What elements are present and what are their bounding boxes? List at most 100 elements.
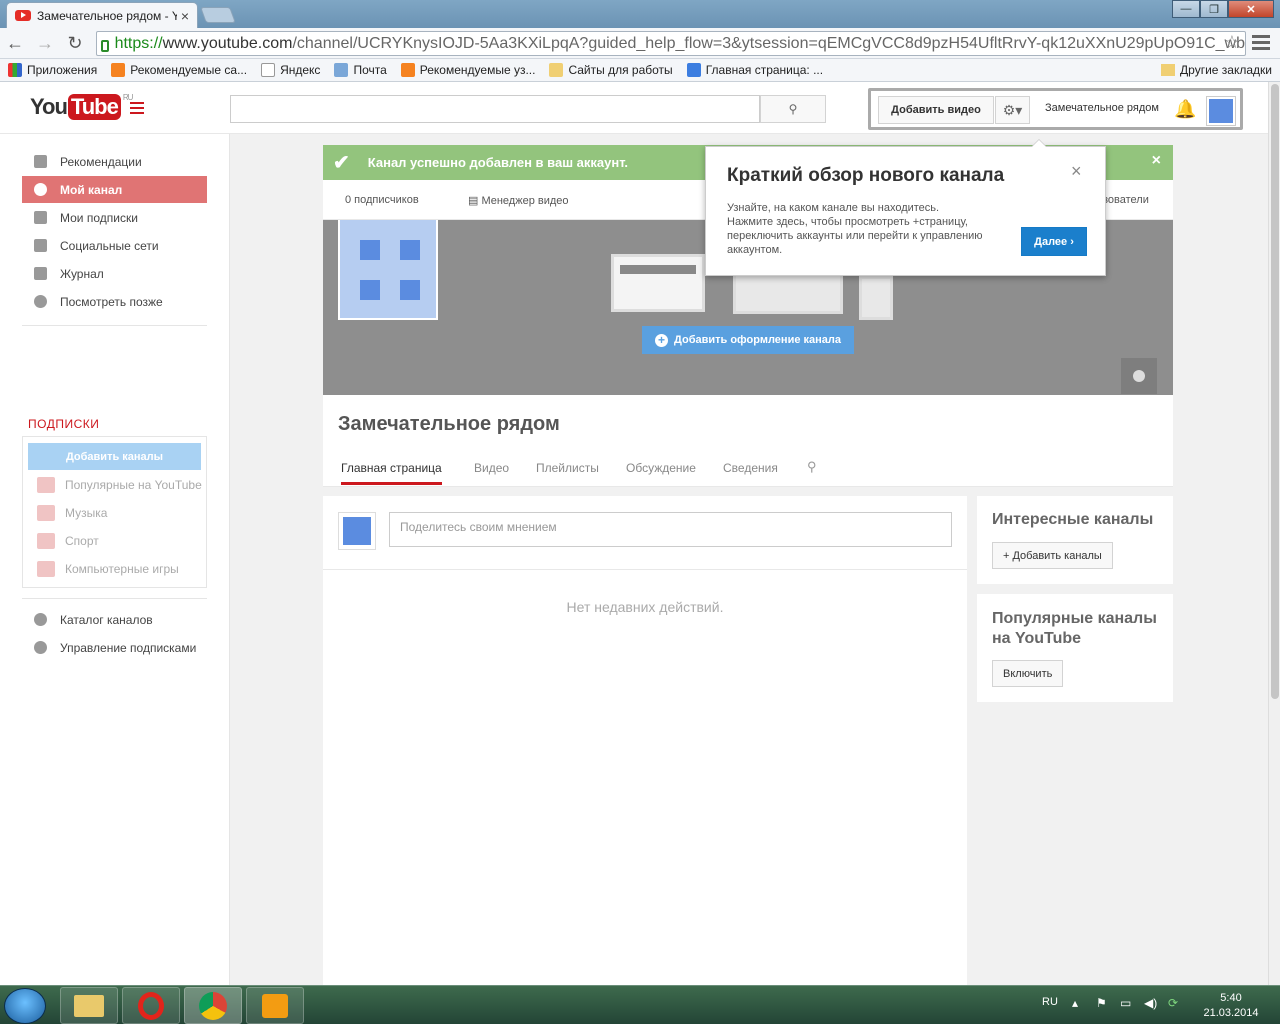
plus-circle-icon: [34, 613, 47, 626]
subscription-label: Популярные на YouTube: [65, 478, 202, 492]
address-bar[interactable]: https://www.youtube.com/channel/UCRYKnys…: [96, 31, 1246, 56]
sidebar-item-social[interactable]: Социальные сети: [22, 232, 207, 259]
bookmark-label: Почта: [353, 63, 387, 77]
bookmark-favicon-icon: [400, 63, 415, 77]
tray-expand-icon[interactable]: ▴: [1072, 996, 1078, 1010]
sidebar-item-subscriptions[interactable]: Мои подписки: [22, 204, 207, 231]
sync-icon[interactable]: ⟳: [1168, 996, 1178, 1010]
sidebar-item-label: Каталог каналов: [60, 612, 153, 627]
sidebar-item-label: Журнал: [60, 266, 104, 281]
home-icon: [34, 155, 47, 168]
subscription-item[interactable]: Спорт: [37, 533, 202, 549]
subscription-item[interactable]: Компьютерные игры: [37, 561, 202, 577]
empty-feed-message: Нет недавних действий.: [566, 599, 724, 615]
flag-icon[interactable]: ⚑: [1096, 996, 1107, 1010]
subscription-item[interactable]: Популярные на YouTube: [37, 477, 202, 493]
sidebar-item-watch-later[interactable]: Посмотреть позже: [22, 288, 207, 315]
start-button[interactable]: [4, 988, 46, 1024]
sidebar-item-history[interactable]: Журнал: [22, 260, 207, 287]
window-controls: — ❐ ✕: [1172, 0, 1274, 18]
google-icon: [686, 63, 701, 77]
tab-discussion[interactable]: Обсуждение: [626, 461, 696, 475]
bookmark-label: Другие закладки: [1180, 63, 1272, 77]
youtube-favicon-icon: [15, 10, 31, 21]
sidebar-item-recommendations[interactable]: Рекомендации: [22, 148, 207, 175]
popup-title: Краткий обзор нового канала: [727, 165, 1005, 186]
scroll-thumb[interactable]: [1271, 84, 1279, 699]
taskbar-media-player[interactable]: [246, 987, 304, 1024]
bookmark-label: Рекомендуемые уз...: [419, 63, 536, 77]
taskbar-explorer[interactable]: [60, 987, 118, 1024]
system-clock[interactable]: 5:40 21.03.2014: [1196, 991, 1266, 1021]
globe-icon[interactable]: [1121, 358, 1157, 394]
back-arrow-icon[interactable]: ←: [4, 33, 26, 53]
add-channels-card-button[interactable]: + Добавить каналы: [992, 542, 1113, 569]
notification-bell-icon[interactable]: 🔔: [1174, 99, 1196, 120]
sidebar-item-channel-catalog[interactable]: Каталог каналов: [22, 606, 200, 633]
browser-toolbar: ← → ↻ https://www.youtube.com/channel/UC…: [0, 28, 1280, 59]
new-tab-button[interactable]: [200, 7, 236, 23]
add-channel-art-button[interactable]: + Добавить оформление канала: [642, 326, 854, 354]
settings-gear-button[interactable]: ⚙▾: [995, 96, 1030, 124]
bookmark-item[interactable]: Главная страница: ...: [686, 63, 823, 77]
bookmark-item[interactable]: Яндекс: [261, 63, 320, 77]
bookmark-folder[interactable]: Сайты для работы: [549, 63, 673, 77]
youtube-logo[interactable]: You Tube RU: [30, 93, 133, 120]
taskbar-opera[interactable]: [122, 987, 180, 1024]
network-icon[interactable]: ▭: [1120, 996, 1131, 1010]
gear-icon: ⚙▾: [1002, 101, 1023, 118]
account-name[interactable]: Замечательное рядом: [1045, 102, 1159, 114]
lock-icon: [101, 39, 109, 52]
next-button[interactable]: Далее ›: [1021, 227, 1087, 256]
video-manager-link[interactable]: ▤ Менеджер видео: [468, 194, 569, 207]
divider: [323, 569, 967, 570]
tab-home[interactable]: Главная страница: [341, 461, 442, 485]
sidebar-item-label: Посмотреть позже: [60, 294, 163, 309]
minimize-button[interactable]: —: [1172, 0, 1200, 18]
tab-about[interactable]: Сведения: [723, 461, 778, 475]
enable-button[interactable]: Включить: [992, 660, 1064, 687]
sidebar-item-label: Управление подписками: [60, 640, 197, 655]
channel-search-icon[interactable]: ⚲: [807, 459, 817, 475]
page-scrollbar[interactable]: [1268, 82, 1280, 985]
tab-playlists[interactable]: Плейлисты: [536, 461, 599, 475]
users-link[interactable]: зователи: [1103, 194, 1149, 206]
popup-close-icon[interactable]: ×: [1071, 161, 1082, 182]
share-input[interactable]: Поделитесь своим мнением: [389, 512, 952, 547]
maximize-button[interactable]: ❐: [1200, 0, 1228, 18]
window-close-button[interactable]: ✕: [1228, 0, 1274, 18]
sidebar-item-manage-subscriptions[interactable]: Управление подписками: [22, 634, 200, 661]
add-channels-button[interactable]: Добавить каналы: [28, 443, 201, 470]
channel-avatar[interactable]: [338, 220, 438, 320]
bookmark-apps[interactable]: Приложения: [8, 63, 97, 77]
tab-close-icon[interactable]: ×: [181, 8, 189, 24]
video-manager-icon: ▤: [468, 195, 482, 207]
sidebar-item-my-channel[interactable]: Мой канал: [22, 176, 207, 203]
tab-videos[interactable]: Видео: [474, 461, 509, 475]
chrome-menu-icon[interactable]: [1252, 30, 1270, 54]
other-bookmarks-folder[interactable]: Другие закладки: [1161, 63, 1272, 77]
guided-help-popup: Краткий обзор нового канала Узнайте, на …: [705, 139, 1106, 276]
language-indicator[interactable]: RU: [1042, 996, 1058, 1008]
browser-tab[interactable]: Замечательное рядом - Y ×: [6, 2, 198, 28]
video-manager-label: Менеджер видео: [481, 195, 569, 207]
volume-icon[interactable]: ◀): [1144, 996, 1157, 1010]
guide-menu-icon[interactable]: [130, 102, 156, 116]
bookmark-item[interactable]: Рекомендуемые уз...: [400, 63, 536, 77]
taskbar-chrome[interactable]: [184, 987, 242, 1024]
logo-you: You: [30, 94, 68, 119]
upload-button[interactable]: Добавить видео: [878, 96, 994, 124]
bookmark-star-icon[interactable]: ☆: [1224, 32, 1240, 53]
alert-text: Канал успешно добавлен в ваш аккаунт.: [367, 155, 629, 170]
account-avatar[interactable]: [1206, 96, 1236, 126]
bookmark-item[interactable]: Почта: [334, 63, 387, 77]
forward-arrow-icon[interactable]: →: [34, 33, 56, 53]
alert-close-icon[interactable]: ×: [1152, 152, 1161, 170]
search-button[interactable]: ⚲: [760, 95, 826, 123]
search-input[interactable]: [230, 95, 760, 123]
bookmark-item[interactable]: Рекомендуемые са...: [111, 63, 247, 77]
windows-taskbar: RU ▴ ⚑ ▭ ◀) ⟳ 5:40 21.03.2014: [0, 985, 1280, 1024]
reload-icon[interactable]: ↻: [64, 33, 86, 53]
subscriber-count[interactable]: 0 подписчиков: [345, 194, 419, 206]
subscription-item[interactable]: Музыка: [37, 505, 202, 521]
